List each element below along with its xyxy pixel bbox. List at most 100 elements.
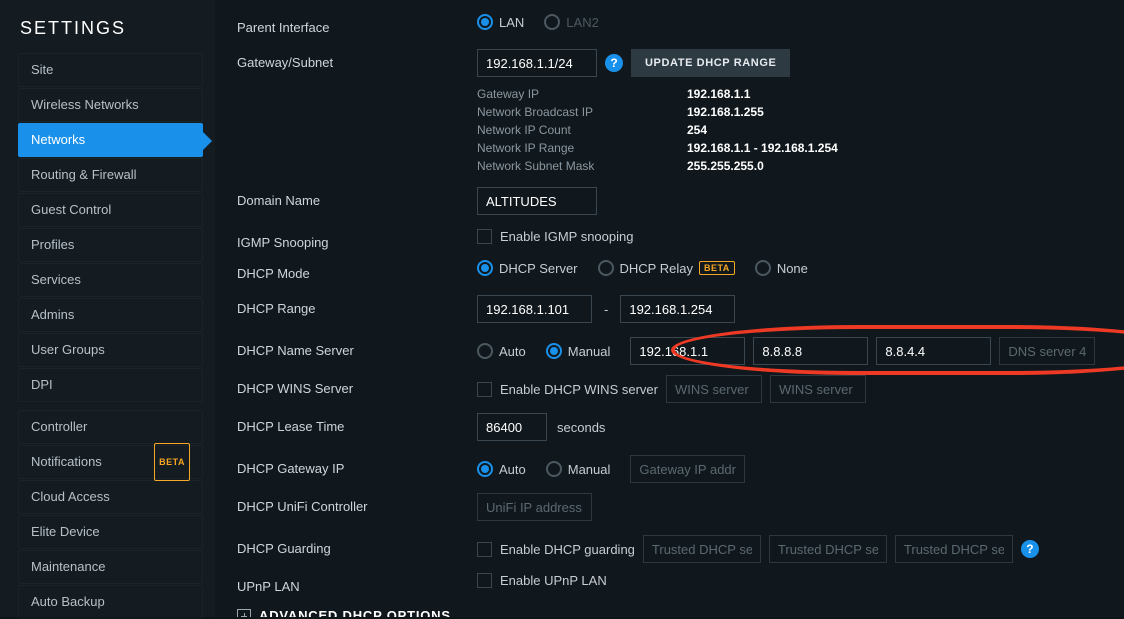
input-wins-2[interactable] [770, 375, 866, 403]
input-trusted-dhcp-1[interactable] [643, 535, 761, 563]
sidebar-item-maintenance[interactable]: Maintenance [18, 550, 203, 584]
label-dhcp-mode: DHCP Mode [237, 260, 477, 281]
sidebar-item-profiles[interactable]: Profiles [18, 228, 203, 262]
input-dns-3[interactable] [876, 337, 991, 365]
checkbox-icon [477, 382, 492, 397]
radio-dhcp-relay[interactable]: DHCP RelayBETA [598, 260, 735, 276]
input-gateway-subnet[interactable] [477, 49, 597, 77]
help-icon[interactable]: ? [605, 54, 623, 72]
sidebar-divider [18, 403, 203, 409]
label-gateway-subnet: Gateway/Subnet [237, 49, 477, 70]
sidebar-item-label: Notifications [31, 445, 102, 479]
sidebar-item-label: Networks [31, 123, 85, 157]
label-lease-time: DHCP Lease Time [237, 413, 477, 434]
beta-badge: BETA [699, 261, 735, 275]
sidebar-item-wireless-networks[interactable]: Wireless Networks [18, 88, 203, 122]
checkbox-icon [477, 229, 492, 244]
sidebar-item-label: DPI [31, 368, 53, 402]
radio-dns-manual[interactable]: Manual [546, 343, 611, 359]
lease-suffix: seconds [557, 420, 605, 435]
label-igmp-snooping: IGMP Snooping [237, 229, 477, 250]
sidebar-item-notifications[interactable]: Notifications BETA [18, 445, 203, 479]
sidebar-item-label: Routing & Firewall [31, 158, 137, 192]
input-trusted-dhcp-2[interactable] [769, 535, 887, 563]
sidebar-item-label: Elite Device [31, 515, 100, 549]
expand-icon [237, 609, 251, 618]
range-dash: - [600, 302, 612, 317]
input-dhcp-range-end[interactable] [620, 295, 735, 323]
checkbox-igmp-snooping[interactable]: Enable IGMP snooping [477, 229, 633, 244]
label-upnp-lan: UPnP LAN [237, 573, 477, 594]
input-wins-1[interactable] [666, 375, 762, 403]
label-wins: DHCP WINS Server [237, 375, 477, 396]
sidebar-item-controller[interactable]: Controller [18, 410, 203, 444]
radio-gwip-manual[interactable]: Manual [546, 461, 611, 477]
sidebar-item-label: Maintenance [31, 550, 105, 584]
radio-dot-icon [477, 260, 493, 276]
input-unifi-controller[interactable] [477, 493, 592, 521]
sidebar-item-elite-device[interactable]: Elite Device [18, 515, 203, 549]
radio-dot-icon [755, 260, 771, 276]
update-dhcp-range-button[interactable]: UPDATE DHCP RANGE [631, 49, 790, 77]
radio-dot-icon [477, 343, 493, 359]
radio-dhcp-server[interactable]: DHCP Server [477, 260, 578, 276]
sidebar-item-label: User Groups [31, 333, 105, 367]
sidebar-item-admins[interactable]: Admins [18, 298, 203, 332]
sidebar-item-label: Controller [31, 410, 87, 444]
checkbox-icon [477, 573, 492, 588]
radio-dot-icon [477, 461, 493, 477]
input-lease-time[interactable] [477, 413, 547, 441]
advanced-dhcp-options-toggle[interactable]: ADVANCED DHCP OPTIONS [237, 608, 1102, 617]
radio-dns-auto[interactable]: Auto [477, 343, 526, 359]
radio-dot-icon [477, 14, 493, 30]
radio-parent-lan2[interactable]: LAN2 [544, 14, 599, 30]
sidebar-item-services[interactable]: Services [18, 263, 203, 297]
checkbox-dhcp-guarding[interactable]: Enable DHCP guarding [477, 542, 635, 557]
checkbox-upnp-lan[interactable]: Enable UPnP LAN [477, 573, 607, 588]
sidebar-item-label: Profiles [31, 228, 74, 262]
input-dns-2[interactable] [753, 337, 868, 365]
sidebar-item-label: Services [31, 263, 81, 297]
settings-sidebar: SETTINGS SiteWireless NetworksNetworksRo… [0, 0, 215, 617]
label-unifi-controller: DHCP UniFi Controller [237, 493, 477, 514]
input-domain-name[interactable] [477, 187, 597, 215]
label-domain-name: Domain Name [237, 187, 477, 208]
input-trusted-dhcp-3[interactable] [895, 535, 1013, 563]
checkbox-icon [477, 542, 492, 557]
sidebar-item-guest-control[interactable]: Guest Control [18, 193, 203, 227]
sidebar-item-label: Admins [31, 298, 74, 332]
radio-dhcp-none[interactable]: None [755, 260, 808, 276]
sidebar-item-user-groups[interactable]: User Groups [18, 333, 203, 367]
radio-dot-icon [546, 343, 562, 359]
sidebar-item-label: Guest Control [31, 193, 111, 227]
radio-dot-icon [544, 14, 560, 30]
radio-gwip-auto[interactable]: Auto [477, 461, 526, 477]
label-dhcp-guarding: DHCP Guarding [237, 535, 477, 556]
sidebar-item-networks[interactable]: Networks [18, 123, 203, 157]
sidebar-item-dpi[interactable]: DPI [18, 368, 203, 402]
network-details: Gateway IP192.168.1.1 Network Broadcast … [477, 87, 838, 173]
checkbox-wins[interactable]: Enable DHCP WINS server [477, 382, 658, 397]
label-parent-interface: Parent Interface [237, 14, 477, 35]
sidebar-item-label: Auto Backup [31, 585, 105, 619]
input-dns-4[interactable] [999, 337, 1095, 365]
label-dns: DHCP Name Server [237, 337, 477, 358]
sidebar-item-site[interactable]: Site [18, 53, 203, 87]
sidebar-item-routing-firewall[interactable]: Routing & Firewall [18, 158, 203, 192]
input-dhcp-range-start[interactable] [477, 295, 592, 323]
radio-parent-lan[interactable]: LAN [477, 14, 524, 30]
sidebar-item-auto-backup[interactable]: Auto Backup [18, 585, 203, 619]
sidebar-item-label: Wireless Networks [31, 88, 139, 122]
label-dhcp-range: DHCP Range [237, 295, 477, 316]
input-dhcp-gateway-ip[interactable] [630, 455, 745, 483]
input-dns-1[interactable] [630, 337, 745, 365]
sidebar-item-label: Cloud Access [31, 480, 110, 514]
sidebar-title: SETTINGS [0, 18, 215, 53]
settings-form: Parent Interface LAN LAN2 Gateway/Subnet… [215, 0, 1124, 617]
sidebar-item-cloud-access[interactable]: Cloud Access [18, 480, 203, 514]
beta-badge: BETA [154, 443, 190, 481]
help-icon[interactable]: ? [1021, 540, 1039, 558]
label-dhcp-gateway-ip: DHCP Gateway IP [237, 455, 477, 476]
radio-dot-icon [546, 461, 562, 477]
radio-dot-icon [598, 260, 614, 276]
